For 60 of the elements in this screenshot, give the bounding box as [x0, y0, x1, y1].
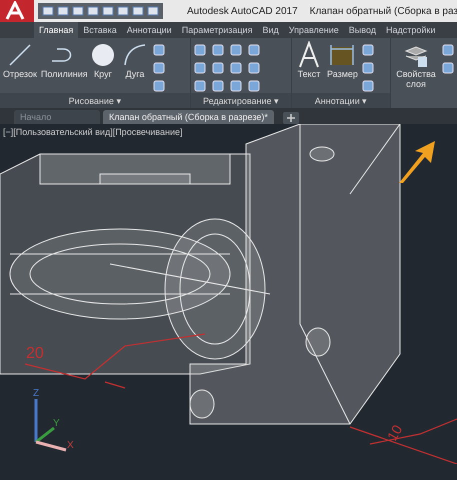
plus-icon	[286, 114, 295, 122]
axis-label: X	[67, 440, 74, 451]
ribbon-tab[interactable]: Вывод	[344, 22, 382, 38]
toolbar-icon[interactable]	[42, 5, 54, 17]
ribbon-small-icon[interactable]	[193, 43, 207, 57]
ribbon-tab[interactable]: Надстройки	[381, 22, 440, 38]
panel-title-button[interactable]: Редактирование ▾	[191, 93, 291, 108]
ribbon-small-icon[interactable]	[229, 61, 243, 75]
ribbon-small-icon[interactable]	[152, 61, 166, 75]
ribbon-tab[interactable]: Вид	[257, 22, 284, 38]
ribbon-small-icon[interactable]	[247, 79, 261, 93]
panel-title-button[interactable]: Аннотации ▾	[292, 93, 390, 108]
ribbon-tab[interactable]: Параметризация	[176, 22, 258, 38]
axis-label: Y	[53, 418, 60, 429]
viewport-controls-label[interactable]: [−][Пользовательский вид][Просвечивание]	[3, 127, 182, 137]
ribbon-small-icon[interactable]	[193, 61, 207, 75]
axis-label: Z	[33, 388, 40, 399]
ribbon-small-icon[interactable]	[360, 43, 375, 57]
ribbon-tool-button[interactable]: Свойства слоя	[393, 41, 439, 89]
ribbon-small-icon[interactable]	[247, 61, 261, 75]
ribbon-small-icon[interactable]	[152, 79, 166, 93]
ribbon-small-icon[interactable]	[211, 43, 225, 57]
ribbon-small-icon[interactable]	[229, 79, 243, 93]
toolbar-icon[interactable]	[102, 5, 114, 17]
new-tab-button[interactable]	[282, 112, 299, 124]
quick-access-toolbar[interactable]	[38, 3, 163, 19]
ucs-axes-icon	[34, 399, 66, 452]
toolbar-icon[interactable]	[117, 5, 129, 17]
toolbar-icon[interactable]	[147, 5, 159, 17]
ribbon-tool-button[interactable]: Размер	[326, 41, 359, 79]
panel-title-button[interactable]: Рисование ▾	[0, 93, 190, 108]
app-title: Autodesk AutoCAD 2017	[187, 6, 298, 16]
toolbar-icon[interactable]	[87, 5, 99, 17]
ribbon-small-icon[interactable]	[193, 79, 207, 93]
ribbon-tool-button[interactable]: Круг	[88, 41, 118, 79]
ribbon-small-icon[interactable]	[360, 61, 375, 75]
ribbon-tab[interactable]: Управление	[284, 22, 344, 38]
ribbon-tool-button[interactable]: Дуга	[120, 41, 150, 79]
app-menu-button[interactable]	[0, 0, 34, 22]
ribbon-small-icon[interactable]	[441, 43, 455, 57]
ribbon-small-icon[interactable]	[211, 79, 225, 93]
ribbon-tab[interactable]: Главная	[34, 22, 78, 38]
ribbon-tab[interactable]: Аннотации	[122, 22, 177, 38]
ribbon-tab[interactable]: Вставка	[78, 22, 122, 38]
ribbon-small-icon[interactable]	[211, 61, 225, 75]
toolbar-icon[interactable]	[72, 5, 84, 17]
ribbon-small-icon[interactable]	[229, 43, 243, 57]
ribbon-small-icon[interactable]	[360, 79, 375, 93]
ribbon-small-icon[interactable]	[152, 43, 166, 57]
toolbar-icon[interactable]	[132, 5, 144, 17]
dimension-text: 20	[26, 345, 44, 362]
ribbon-small-icon[interactable]	[441, 61, 455, 75]
arrow-icon	[399, 141, 435, 183]
ribbon-tool-button[interactable]: Текст	[294, 41, 324, 79]
document-tab[interactable]: Клапан обратный (Сборка в разрезе)*	[103, 110, 274, 124]
dimension-text: 10	[384, 422, 406, 444]
ribbon-tool-button[interactable]: Отрезок	[2, 41, 38, 79]
toolbar-icon[interactable]	[57, 5, 69, 17]
ribbon-tool-button[interactable]: Полилиния	[40, 41, 86, 79]
ribbon-small-icon[interactable]	[247, 43, 261, 57]
